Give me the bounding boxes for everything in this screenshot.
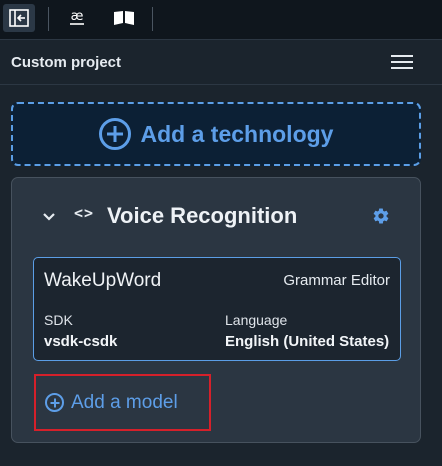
top-toolbar: æ	[0, 0, 442, 40]
add-model-button[interactable]: Add a model	[34, 374, 211, 431]
technology-card: <> Voice Recognition WakeUpWord Grammar …	[11, 177, 421, 443]
hamburger-menu-icon[interactable]	[391, 55, 413, 71]
ae-button[interactable]: æ	[61, 4, 93, 32]
panel-header: Custom project	[0, 41, 442, 85]
svg-text:æ: æ	[71, 9, 84, 24]
sdk-label: SDK	[44, 312, 73, 328]
collapse-panel-icon	[9, 9, 29, 27]
plus-circle-icon	[45, 393, 64, 412]
chevron-down-icon[interactable]	[43, 211, 55, 223]
panel-title: Custom project	[11, 54, 122, 71]
technology-title: Voice Recognition	[107, 203, 298, 228]
add-technology-button[interactable]: Add a technology	[11, 102, 421, 166]
ae-glyph-icon: æ	[70, 9, 84, 25]
model-card[interactable]: WakeUpWord Grammar Editor SDK vsdk-csdk …	[33, 257, 401, 361]
add-technology-label: Add a technology	[140, 120, 334, 147]
code-icon: <>	[74, 204, 95, 222]
toolbar-divider	[152, 7, 153, 31]
book-icon	[114, 11, 134, 25]
toolbar-divider	[48, 7, 49, 31]
add-model-label: Add a model	[71, 391, 178, 413]
model-name: WakeUpWord	[44, 270, 162, 291]
gear-icon[interactable]	[372, 207, 390, 225]
collapse-panel-button[interactable]	[3, 4, 35, 32]
book-button[interactable]	[108, 4, 140, 32]
language-label: Language	[225, 312, 288, 328]
sdk-value: vsdk-csdk	[44, 333, 118, 350]
plus-circle-icon	[98, 118, 131, 150]
model-editor-type: Grammar Editor	[283, 272, 390, 289]
language-value: English (United States)	[225, 333, 390, 350]
